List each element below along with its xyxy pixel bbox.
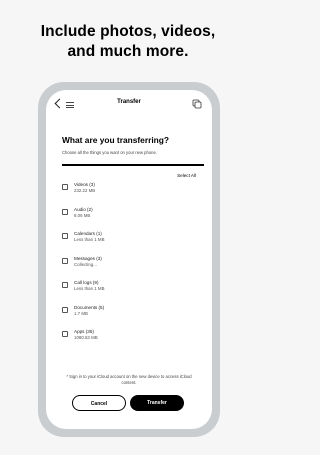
copy-icon[interactable] xyxy=(192,99,202,109)
list-item[interactable]: Audio (2) 8.06 MB xyxy=(62,207,202,232)
phone-screen: Transfer What are you transferring? Choo… xyxy=(46,90,212,429)
list-item[interactable]: Messages (3) Collecting... xyxy=(62,256,202,281)
headline: Include photos, videos, and much more. xyxy=(0,22,256,62)
cancel-button[interactable]: Cancel xyxy=(72,395,126,411)
checkbox[interactable] xyxy=(62,257,68,264)
item-name: Audio (2) xyxy=(74,206,93,212)
item-size: 8.06 MB xyxy=(74,212,91,218)
item-size: 232.22 MB xyxy=(74,188,96,194)
list-item[interactable]: Call logs (9) Less than 1 MB xyxy=(62,280,202,305)
item-name: Apps (35) xyxy=(74,329,94,334)
item-size: Collecting... xyxy=(74,261,97,267)
progress-bar xyxy=(62,164,204,166)
phone-frame: Transfer What are you transferring? Choo… xyxy=(38,82,220,437)
headline-line-2: and much more. xyxy=(67,43,189,60)
nav-title: Transfer xyxy=(117,99,141,105)
nav-bar: Transfer xyxy=(46,90,212,120)
checkbox[interactable] xyxy=(62,306,68,313)
list-item[interactable]: Documents (5) 1.7 MB xyxy=(62,305,202,330)
checkbox[interactable] xyxy=(62,233,68,239)
headline-line-1: Include photos, videos, xyxy=(40,23,216,40)
list-item[interactable]: Calendars (1) Less than 1 MB xyxy=(62,231,202,256)
list-item[interactable]: Apps (35) 1080.53 MB xyxy=(62,329,202,354)
item-name: Documents (5) xyxy=(74,304,105,310)
icloud-note: * Sign in to your iCloud account on the … xyxy=(66,374,192,385)
item-size: 1.7 MB xyxy=(74,310,88,316)
transfer-button[interactable]: Transfer xyxy=(130,395,184,411)
page-title: What are you transferring? xyxy=(62,135,170,145)
item-name: Videos (3) xyxy=(74,182,95,187)
select-all-link[interactable]: Select All xyxy=(177,173,196,178)
item-name: Call logs (9) xyxy=(74,280,99,285)
checkbox[interactable] xyxy=(62,282,68,288)
item-size: Less than 1 MB xyxy=(74,286,105,292)
item-list: Videos (3) 232.22 MB Audio (2) 8.06 MB C… xyxy=(62,182,202,354)
item-size: Less than 1 MB xyxy=(74,237,105,243)
checkbox[interactable] xyxy=(62,331,68,337)
page-subtitle: Choose all the things you want on your n… xyxy=(62,150,157,155)
list-item[interactable]: Videos (3) 232.22 MB xyxy=(62,182,202,207)
checkbox[interactable] xyxy=(62,184,68,190)
item-size: 1080.53 MB xyxy=(74,335,98,341)
item-name: Messages (3) xyxy=(74,255,102,261)
item-name: Calendars (1) xyxy=(74,231,102,236)
checkbox[interactable] xyxy=(62,208,68,215)
